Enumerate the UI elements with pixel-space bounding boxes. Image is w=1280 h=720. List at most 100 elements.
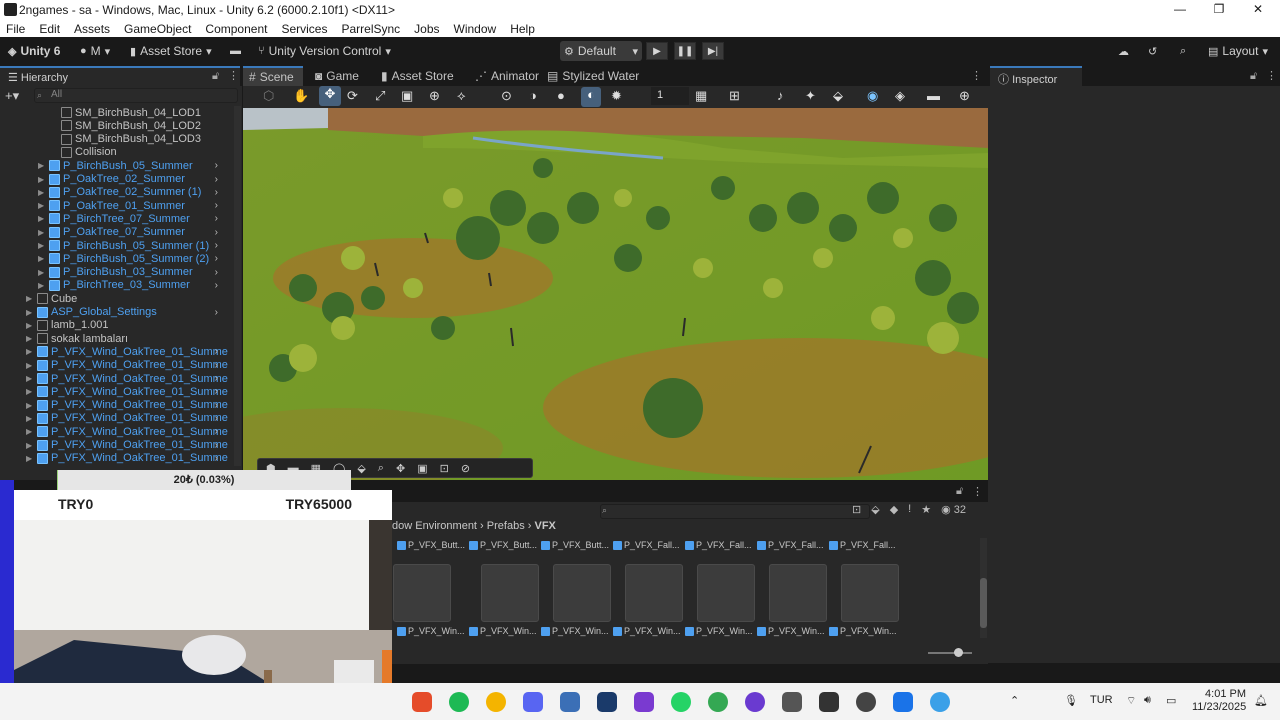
expand-arrow-icon[interactable]: ▶	[38, 241, 46, 250]
lock-icon[interactable]: 🔓︎	[1250, 70, 1257, 83]
asset-item[interactable]: P_VFX_Butt...	[541, 540, 609, 550]
menu-assets[interactable]: Assets	[74, 22, 110, 36]
app-icon[interactable]	[560, 692, 580, 712]
open-prefab-icon[interactable]: ›	[215, 373, 218, 384]
tag-icon[interactable]: ◆	[890, 503, 898, 516]
hierarchy-item[interactable]: ▶ P_VFX_Wind_OakTree_01_Summe ›	[26, 359, 232, 372]
asset-item[interactable]: P_VFX_Butt...	[469, 540, 537, 550]
open-prefab-icon[interactable]: ›	[215, 360, 218, 371]
expand-arrow-icon[interactable]: ▶	[26, 427, 34, 436]
menu-services[interactable]: Services	[281, 22, 327, 36]
hierarchy-item[interactable]: ▶ P_BirchBush_05_Summer (1) ›	[38, 239, 232, 252]
expand-arrow-icon[interactable]: ▶	[26, 374, 34, 383]
tab-asset-store[interactable]: ▮ Asset Store	[375, 66, 460, 86]
battery-icon[interactable]: ▭	[1166, 694, 1176, 707]
custom-tool-icon[interactable]: ⟡	[457, 88, 466, 104]
open-prefab-icon[interactable]: ›	[215, 200, 218, 211]
brave-icon[interactable]	[412, 692, 432, 712]
tab-hierarchy[interactable]: ☰ Hierarchy	[0, 66, 240, 86]
menu-file[interactable]: File	[6, 22, 25, 36]
expand-arrow-icon[interactable]: ▶	[38, 188, 46, 197]
expand-arrow-icon[interactable]: ▶	[38, 161, 46, 170]
play-button[interactable]: ▶	[646, 42, 668, 60]
wifi-icon[interactable]: ⌔	[1126, 694, 1136, 708]
asset-thumbnail[interactable]	[553, 564, 611, 622]
open-prefab-icon[interactable]: ›	[215, 440, 218, 451]
close-icon[interactable]: ✕	[1238, 2, 1278, 16]
asset-thumbnail[interactable]	[481, 564, 539, 622]
hierarchy-item[interactable]: ▶ Cube	[26, 292, 232, 305]
search-icon[interactable]: ⌕	[1180, 42, 1186, 60]
star-icon[interactable]: ★	[921, 503, 931, 516]
breadcrumb-item[interactable]: Prefabs	[487, 520, 525, 532]
more-icon[interactable]: ⋮	[972, 485, 983, 498]
more-icon[interactable]: ⋮	[228, 69, 239, 82]
gizmos-icon[interactable]: ⊕	[959, 88, 970, 104]
whatsapp-icon[interactable]	[671, 692, 691, 712]
cloud-icon[interactable]: ☁	[1118, 42, 1129, 60]
history-icon[interactable]: ↺	[1148, 42, 1157, 60]
rotate-tool-icon[interactable]: ⟳	[347, 88, 358, 104]
expand-arrow-icon[interactable]: ▶	[26, 441, 34, 450]
expand-arrow-icon[interactable]: ▶	[38, 228, 46, 237]
tab-scene[interactable]: # Scene	[243, 66, 303, 86]
asset-item[interactable]: P_VFX_Win...	[541, 626, 609, 636]
asset-thumbnail[interactable]	[841, 564, 899, 622]
menu-parrelsync[interactable]: ParrelSync	[341, 22, 400, 36]
github-icon[interactable]	[745, 692, 765, 712]
hierarchy-item[interactable]: ▶ P_VFX_Wind_OakTree_01_Summe ›	[26, 399, 232, 412]
hand-tool-icon[interactable]: ✋	[293, 88, 309, 104]
scale-tool-icon[interactable]: ⤢	[375, 88, 385, 104]
gizmo-layers-icon[interactable]: ◈	[895, 88, 905, 104]
menu-window[interactable]: Window	[454, 22, 497, 36]
add-button[interactable]: +▾	[5, 88, 19, 104]
expand-arrow-icon[interactable]: ▶	[26, 321, 34, 330]
grid-icon[interactable]: ▦	[695, 88, 707, 104]
files-icon[interactable]	[597, 692, 617, 712]
asset-item[interactable]: P_VFX_Win...	[469, 626, 537, 636]
hierarchy-scrollbar[interactable]	[234, 106, 241, 466]
security-icon[interactable]	[893, 692, 913, 712]
app-icon[interactable]	[634, 692, 654, 712]
layout-dropdown[interactable]: ▤ Layout ▾	[1208, 42, 1268, 60]
open-prefab-icon[interactable]: ›	[215, 227, 218, 238]
more-icon[interactable]: ⋮	[971, 69, 982, 82]
app-icon[interactable]	[856, 692, 876, 712]
expand-arrow-icon[interactable]: ▶	[26, 401, 34, 410]
expand-arrow-icon[interactable]: ▶	[26, 334, 34, 343]
asset-thumbnail[interactable]	[697, 564, 755, 622]
expand-arrow-icon[interactable]: ▶	[26, 308, 34, 317]
draw-mode-icon[interactable]: ◐	[581, 87, 601, 107]
hierarchy-item[interactable]: ▶ P_BirchTree_07_Summer ›	[38, 212, 232, 225]
menu-jobs[interactable]: Jobs	[414, 22, 439, 36]
asset-thumbnail[interactable]	[393, 564, 451, 622]
hierarchy-search-input[interactable]: All	[34, 88, 238, 103]
hierarchy-item[interactable]: ▶ P_VFX_Wind_OakTree_01_Summe ›	[26, 439, 232, 452]
volume-icon[interactable]: 🔊︎	[1144, 694, 1151, 707]
pause-button[interactable]: ❚❚	[674, 42, 696, 60]
asset-store-button[interactable]: ▮ Asset Store ▾	[130, 42, 212, 60]
open-prefab-icon[interactable]: ›	[215, 213, 218, 224]
open-prefab-icon[interactable]: ›	[215, 253, 218, 264]
expand-arrow-icon[interactable]: ▶	[38, 281, 46, 290]
hierarchy-item[interactable]: Collision	[50, 146, 232, 159]
clock[interactable]: 4:01 PM 11/23/2025	[1192, 688, 1246, 714]
layout-preset-dropdown[interactable]: ⚙ Default ▾	[560, 41, 642, 61]
hierarchy-item[interactable]: ▶ P_VFX_Wind_OakTree_01_Summe ›	[26, 425, 232, 438]
hierarchy-item[interactable]: ▶ sokak lambaları	[26, 332, 232, 345]
open-prefab-icon[interactable]: ›	[215, 160, 218, 171]
hierarchy-item[interactable]: ▶ P_OakTree_02_Summer (1) ›	[38, 186, 232, 199]
asset-item[interactable]: P_VFX_Fall...	[757, 540, 824, 550]
hierarchy-item[interactable]: ▶ P_VFX_Wind_OakTree_01_Summe ›	[26, 372, 232, 385]
asset-item[interactable]: P_VFX_Win...	[613, 626, 681, 636]
asset-item[interactable]: P_VFX_Win...	[757, 626, 825, 636]
hierarchy-item[interactable]: SM_BirchBush_04_LOD2	[50, 119, 232, 132]
open-prefab-icon[interactable]: ›	[215, 307, 218, 318]
open-prefab-icon[interactable]: ›	[215, 453, 218, 464]
expand-arrow-icon[interactable]: ▶	[26, 294, 34, 303]
asset-item[interactable]: P_VFX_Fall...	[613, 540, 680, 550]
expand-arrow-icon[interactable]: ▶	[26, 454, 34, 463]
expand-arrow-icon[interactable]: ▶	[38, 214, 46, 223]
asset-item[interactable]: P_VFX_Fall...	[829, 540, 896, 550]
expand-arrow-icon[interactable]: ▶	[38, 175, 46, 184]
